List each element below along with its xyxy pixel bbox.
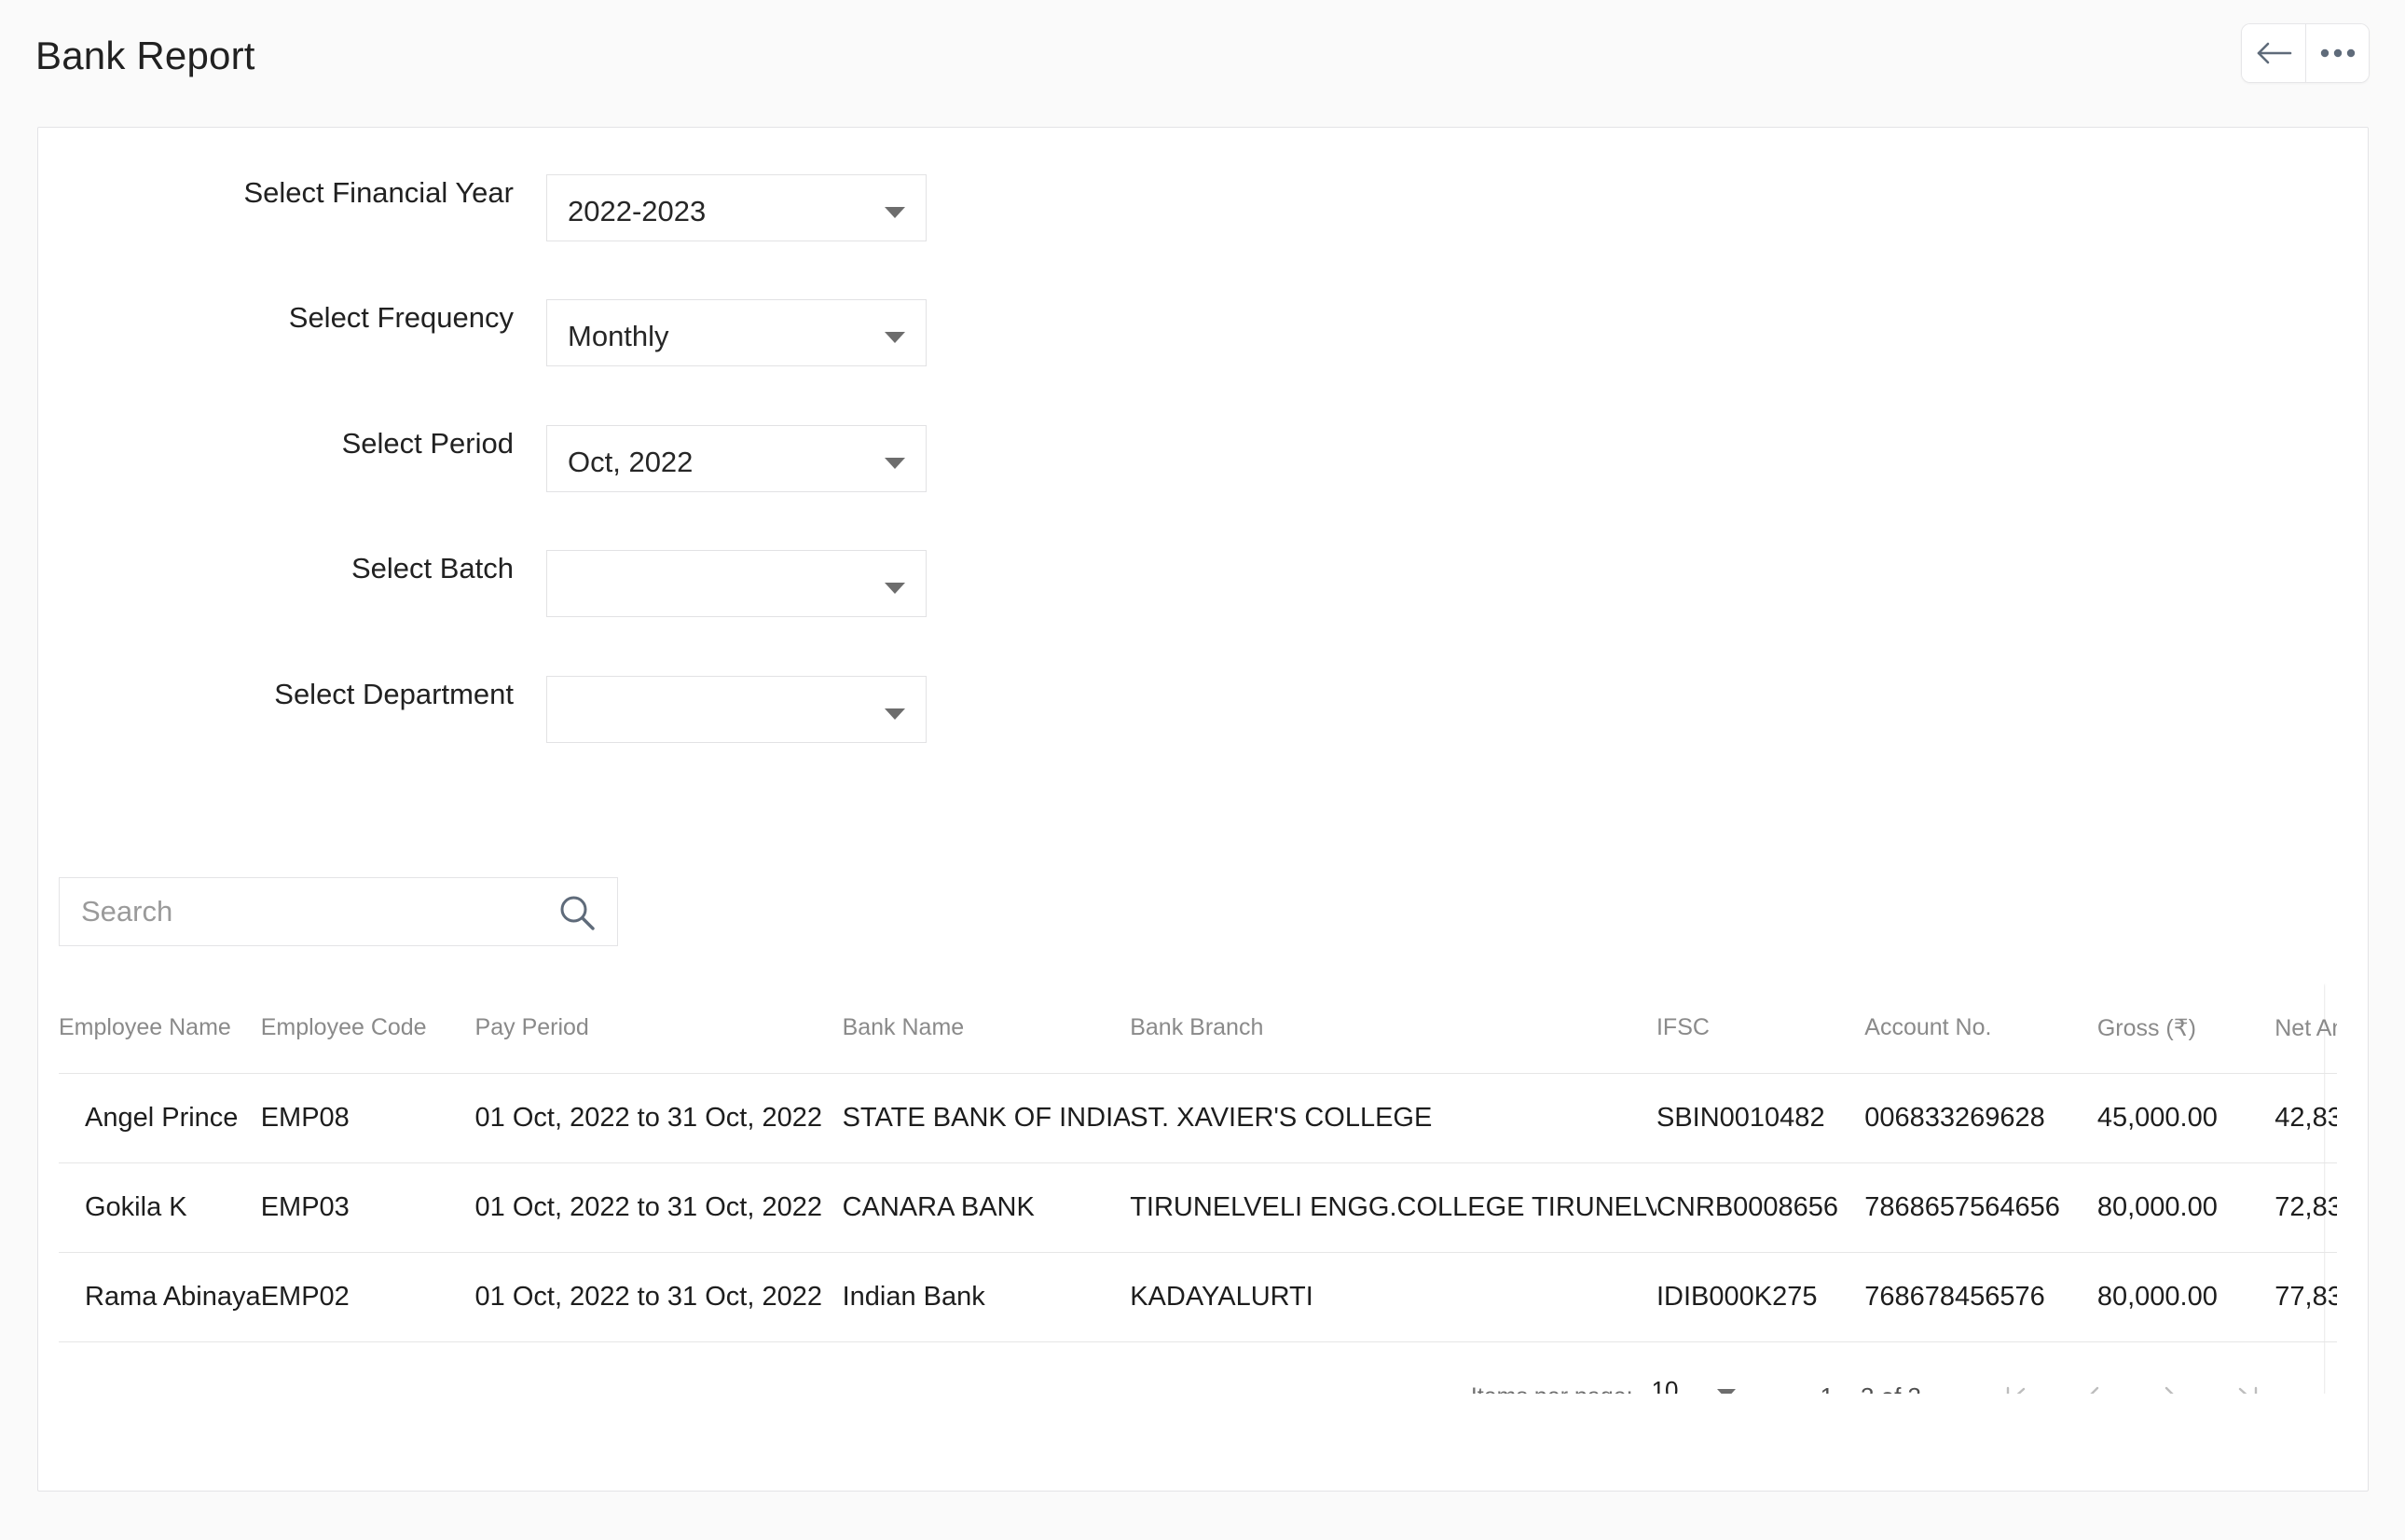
filter-row-period: Select Period Oct, 2022 bbox=[38, 425, 970, 492]
cell-gross: 80,000.00 bbox=[2096, 1252, 2275, 1342]
column-header-net-amount[interactable]: Net Amount (₹) bbox=[2274, 983, 2337, 1074]
column-header-gross[interactable]: Gross (₹) bbox=[2096, 983, 2275, 1074]
cell-net-amount: 72,834.00 bbox=[2274, 1162, 2337, 1253]
cell-employee-code: EMP02 bbox=[260, 1252, 475, 1342]
table-row[interactable]: Angel Prince EMP08 01 Oct, 2022 to 31 Oc… bbox=[59, 1073, 2337, 1163]
table-row[interactable]: Rama Abinaya S EMP02 01 Oct, 2022 to 31 … bbox=[59, 1252, 2337, 1342]
search-input[interactable] bbox=[81, 878, 529, 945]
select-period-value: Oct, 2022 bbox=[568, 446, 694, 478]
cell-account-no: 768678456576 bbox=[1864, 1252, 2097, 1342]
header-action-group bbox=[2241, 23, 2370, 83]
pagination-controls bbox=[1979, 1359, 2285, 1394]
cell-ifsc: SBIN0010482 bbox=[1656, 1073, 1865, 1163]
label-financial-year: Select Financial Year bbox=[243, 176, 514, 209]
cell-pay-period: 01 Oct, 2022 to 31 Oct, 2022 bbox=[474, 1073, 843, 1163]
first-page-icon bbox=[2003, 1383, 2031, 1394]
cell-ifsc: IDIB000K275 bbox=[1656, 1252, 1865, 1342]
select-frequency[interactable]: Monthly bbox=[546, 299, 927, 366]
label-department: Select Department bbox=[274, 678, 514, 710]
items-per-page-select[interactable]: 10 bbox=[1650, 1370, 1751, 1395]
arrow-left-icon bbox=[2255, 40, 2292, 66]
next-page-icon bbox=[2156, 1383, 2184, 1394]
select-financial-year-value: 2022-2023 bbox=[568, 195, 707, 227]
cell-account-no: 006833269628 bbox=[1864, 1073, 2097, 1163]
cell-employee-name: Gokila K bbox=[59, 1162, 261, 1253]
cell-bank-name: STATE BANK OF INDIA bbox=[842, 1073, 1131, 1163]
search-field[interactable] bbox=[59, 877, 618, 946]
chevron-down-icon bbox=[885, 207, 905, 218]
more-options-button[interactable] bbox=[2305, 24, 2369, 82]
cell-net-amount: 77,834.00 bbox=[2274, 1252, 2337, 1342]
cell-pay-period: 01 Oct, 2022 to 31 Oct, 2022 bbox=[474, 1252, 843, 1342]
table-row[interactable]: Gokila K EMP03 01 Oct, 2022 to 31 Oct, 2… bbox=[59, 1162, 2337, 1253]
chevron-down-icon bbox=[885, 332, 905, 343]
page-header: Bank Report bbox=[0, 0, 2405, 127]
column-header-bank-name[interactable]: Bank Name bbox=[842, 983, 1131, 1074]
previous-page-icon bbox=[2080, 1383, 2108, 1394]
label-period: Select Period bbox=[341, 427, 514, 460]
table-paginator: Items per page: 10 1 – 3 of 3 bbox=[59, 1341, 2324, 1395]
filter-row-department: Select Department bbox=[38, 676, 970, 743]
chevron-down-icon bbox=[885, 708, 905, 720]
cell-bank-branch: ST. XAVIER'S COLLEGE bbox=[1130, 1073, 1656, 1163]
column-header-employee-code[interactable]: Employee Code bbox=[260, 983, 475, 1074]
column-header-ifsc[interactable]: IFSC bbox=[1656, 983, 1865, 1074]
cell-gross: 45,000.00 bbox=[2096, 1073, 2275, 1163]
chevron-down-icon bbox=[1716, 1388, 1736, 1394]
column-header-employee-name[interactable]: Employee Name bbox=[59, 983, 261, 1074]
select-period[interactable]: Oct, 2022 bbox=[546, 425, 927, 492]
pagination-range-label: 1 – 3 of 3 bbox=[1821, 1382, 1921, 1394]
table-header: Employee Name Employee Code Pay Period B… bbox=[59, 983, 2337, 1074]
last-page-icon bbox=[2233, 1383, 2261, 1394]
label-batch: Select Batch bbox=[350, 552, 514, 584]
cell-employee-name: Angel Prince bbox=[59, 1073, 261, 1163]
table-scroll-container[interactable]: Employee Name Employee Code Pay Period B… bbox=[59, 983, 2337, 1394]
cell-bank-branch: KADAYALURTI bbox=[1130, 1252, 1656, 1342]
cell-employee-code: EMP08 bbox=[260, 1073, 475, 1163]
cell-bank-branch: TIRUNELVELI ENGG.COLLEGE TIRUNELVELI bbox=[1130, 1162, 1656, 1253]
filter-row-frequency: Select Frequency Monthly bbox=[38, 299, 970, 366]
back-button[interactable] bbox=[2242, 24, 2305, 82]
select-financial-year[interactable]: 2022-2023 bbox=[546, 174, 927, 241]
items-per-page-value: 10 bbox=[1651, 1375, 1679, 1395]
table-card: Employee Name Employee Code Pay Period B… bbox=[59, 983, 2337, 1395]
select-frequency-value: Monthly bbox=[568, 320, 669, 352]
cell-employee-name: Rama Abinaya S bbox=[59, 1252, 261, 1342]
previous-page-button[interactable] bbox=[2055, 1359, 2132, 1394]
cell-employee-code: EMP03 bbox=[260, 1162, 475, 1253]
cell-bank-name: Indian Bank bbox=[842, 1252, 1131, 1342]
table-body: Angel Prince EMP08 01 Oct, 2022 to 31 Oc… bbox=[59, 1073, 2337, 1342]
column-header-bank-branch[interactable]: Bank Branch bbox=[1130, 983, 1656, 1074]
label-frequency: Select Frequency bbox=[288, 301, 514, 334]
table-header-row: Employee Name Employee Code Pay Period B… bbox=[59, 983, 2337, 1074]
cell-gross: 80,000.00 bbox=[2096, 1162, 2275, 1253]
page-title: Bank Report bbox=[35, 34, 255, 77]
ellipsis-icon bbox=[2320, 48, 2356, 59]
report-card: Select Financial Year 2022-2023 Select F… bbox=[37, 127, 2369, 1492]
cell-account-no: 7868657564656 bbox=[1864, 1162, 2097, 1253]
cell-pay-period: 01 Oct, 2022 to 31 Oct, 2022 bbox=[474, 1162, 843, 1253]
items-per-page-label: Items per page: bbox=[1471, 1383, 1633, 1394]
cell-bank-name: CANARA BANK bbox=[842, 1162, 1131, 1253]
select-department[interactable] bbox=[546, 676, 927, 743]
bank-report-table: Employee Name Employee Code Pay Period B… bbox=[59, 983, 2337, 1342]
column-header-account-no[interactable]: Account No. bbox=[1864, 983, 2097, 1074]
next-page-button[interactable] bbox=[2132, 1359, 2208, 1394]
search-icon[interactable] bbox=[557, 893, 597, 932]
column-header-pay-period[interactable]: Pay Period bbox=[474, 983, 843, 1074]
chevron-down-icon bbox=[885, 458, 905, 469]
chevron-down-icon bbox=[885, 583, 905, 594]
filter-row-financial-year: Select Financial Year 2022-2023 bbox=[38, 174, 970, 241]
bank-report-page: Bank Report Select Financial Year 2022-2… bbox=[0, 0, 2405, 1540]
cell-ifsc: CNRB0008656 bbox=[1656, 1162, 1865, 1253]
select-batch[interactable] bbox=[546, 550, 927, 617]
cell-net-amount: 42,834.00 bbox=[2274, 1073, 2337, 1163]
last-page-button[interactable] bbox=[2208, 1359, 2285, 1394]
first-page-button[interactable] bbox=[1979, 1359, 2055, 1394]
filter-row-batch: Select Batch bbox=[38, 550, 970, 617]
